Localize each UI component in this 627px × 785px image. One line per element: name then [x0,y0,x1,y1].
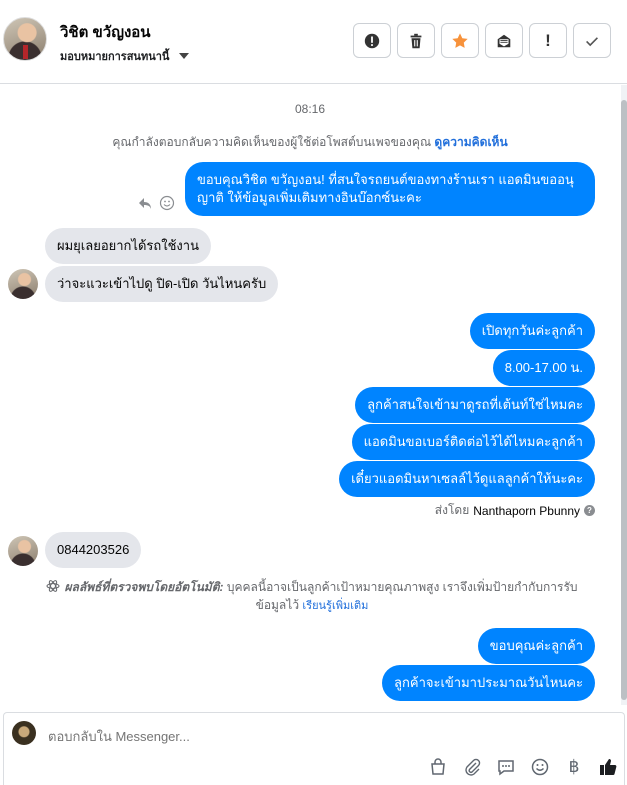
mark-unread-button[interactable] [485,23,523,58]
assign-conversation-dropdown[interactable]: มอบหมายการสนทนานี้ [60,47,190,65]
reply-notice-text: คุณกำลังตอบกลับความคิดเห็นของผู้ใช้ต่อโพ… [112,135,432,149]
header-actions: ! [353,23,611,58]
assign-label: มอบหมายการสนทนานี้ [60,51,170,63]
composer-tools: ฿ [428,757,618,777]
view-comment-link[interactable]: ดูความคิดเห็น [434,135,507,149]
message-timestamp: 08:16 [294,102,326,116]
message-bubble-outgoing[interactable]: ลูกค้าสนใจเข้ามาดูรถที่เต้นท์ใช่ไหมคะ [355,387,595,423]
message-bubble-incoming[interactable]: ผมยุเลยอยากได้รถใช้งาน [45,228,211,264]
follow-up-button[interactable]: ! [529,23,567,58]
message-bubble-outgoing[interactable]: ขอบคุณค่ะลูกค้า [477,628,595,664]
emoji-icon[interactable] [530,757,550,777]
delete-button[interactable] [397,23,435,58]
star-icon [452,32,468,48]
exclamation-icon: ! [545,30,551,50]
attachment-icon[interactable] [462,757,482,777]
auto-detect-title: ผลลัพธ์ที่ตรวจพบโดยอัตโนมัติ: [64,580,224,594]
comment-reply-notice: คุณกำลังตอบกลับความคิดเห็นของผู้ใช้ต่อโพ… [0,133,620,152]
conversation-header: วิชิต ขวัญงอน มอบหมายการสนทนานี้ ! [0,0,627,84]
check-icon [586,36,598,46]
message-bubble-incoming[interactable]: ว่าจะแวะเข้าไปดู ปิด-เปิด วันไหนครับ [45,266,279,302]
message-composer: ฿ [3,712,625,785]
spam-button[interactable] [353,23,391,58]
message-bubble-outgoing[interactable]: 8.00-17.00 น. [492,350,595,386]
envelope-icon [497,34,511,47]
exclamation-circle-icon [364,33,380,48]
contact-avatar[interactable] [3,17,47,61]
message-text: ขอบคุณวิชิต ขวัญงอน! ที่สนใจรถยนต์ของทาง… [197,172,574,187]
message-actions [137,195,175,211]
caret-down-icon [179,53,190,59]
like-icon[interactable] [598,757,618,777]
done-button[interactable] [573,23,611,58]
sent-by-label: ส่งโดย Nanthaporn Pbunny ? [435,501,595,520]
contact-avatar-small [8,536,38,566]
reply-input[interactable] [48,729,448,744]
page-avatar [12,721,36,745]
trash-icon [410,33,422,48]
message-bubble-outgoing[interactable]: แอดมินขอเบอร์ติดต่อไว้ได้ไหมคะลูกค้า [351,424,595,460]
star-button[interactable] [441,23,479,58]
message-bubble-incoming[interactable]: 0844203526 [45,532,142,568]
learn-more-link[interactable]: เรียนรู้เพิ่มเติม [302,600,368,612]
saved-reply-icon[interactable] [496,757,516,777]
help-icon[interactable]: ? [584,505,595,516]
sent-by-prefix: ส่งโดย [434,503,470,517]
auto-detection-notice: ผลลัพธ์ที่ตรวจพบโดยอัตโนมัติ: บุคคลนี้อา… [22,578,602,615]
message-bubble-outgoing[interactable]: ลูกค้าจะเข้ามาประมาณวันไหนคะ [382,665,595,701]
contact-avatar-small [8,269,38,299]
emoji-reaction-icon[interactable] [159,195,175,211]
contact-name[interactable]: วิชิต ขวัญงอน [60,20,151,44]
shop-icon[interactable] [428,757,448,777]
auto-detect-text-2: ข้อมูลไว้ [255,598,300,612]
message-bubble-outgoing[interactable]: เดี๋ยวแอดมินหาเซลล์ไว้ดูแลลูกค้าให้นะคะ [339,461,595,497]
auto-detect-text: บุคคลนี้อาจเป็นลูกค้าเป้าหมายคุณภาพสูง เ… [226,580,578,594]
message-bubble-outgoing[interactable]: เปิดทุกวันค่ะลูกค้า [469,313,595,349]
sent-by-name: Nanthaporn Pbunny [473,503,580,518]
message-text: ญาติ ให้ข้อมูลเพิ่มเติมทางอินบ๊อกซ์นะคะ [197,190,422,205]
reply-icon[interactable] [137,195,153,211]
scrollbar-thumb[interactable] [621,100,627,700]
atom-icon [46,580,60,592]
baht-icon[interactable]: ฿ [564,757,584,777]
message-bubble-outgoing[interactable]: ขอบคุณวิชิต ขวัญงอน! ที่สนใจรถยนต์ของทาง… [185,162,595,216]
